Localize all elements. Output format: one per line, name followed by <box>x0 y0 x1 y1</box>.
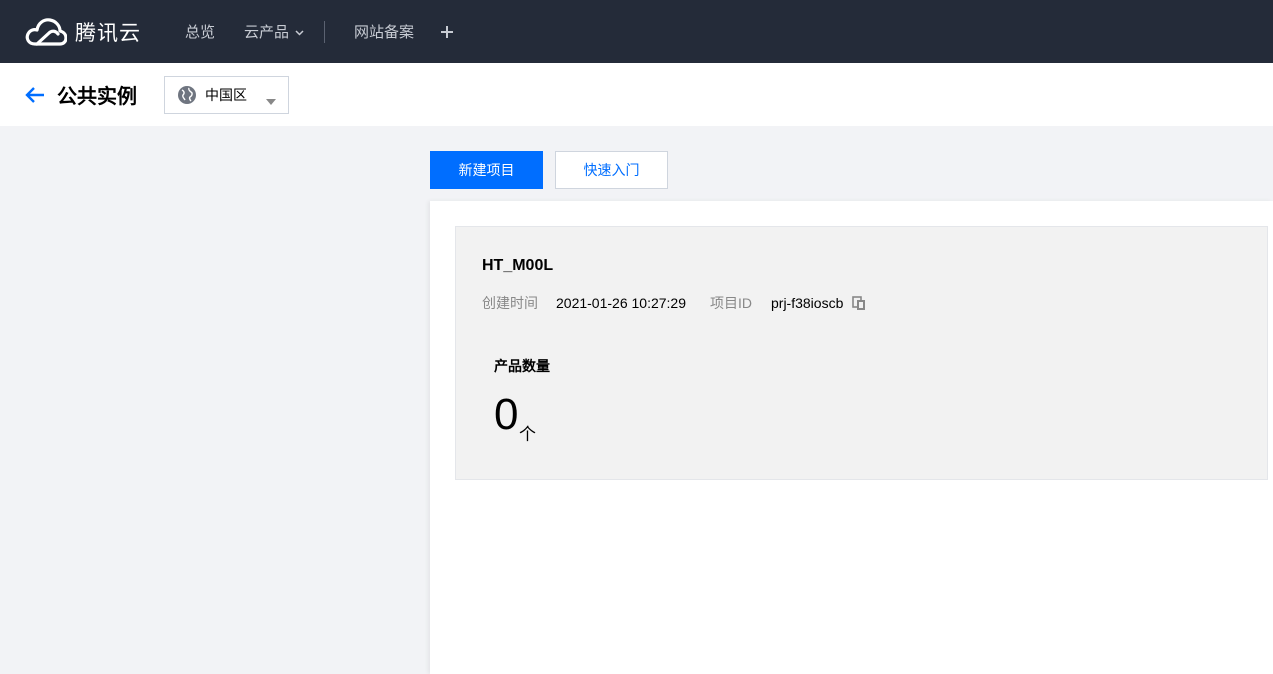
caret-down-icon <box>266 92 276 110</box>
project-card[interactable]: HT_M00L 创建时间 2021-01-26 10:27:29 项目ID pr… <box>455 226 1268 480</box>
chevron-down-icon <box>295 23 304 40</box>
created-time-value: 2021-01-26 10:27:29 <box>556 295 686 311</box>
new-project-button[interactable]: 新建项目 <box>430 151 543 189</box>
nav-divider <box>324 20 326 43</box>
copy-icon[interactable] <box>852 295 866 311</box>
back-arrow-icon[interactable] <box>25 86 45 104</box>
project-id-label: 项目ID <box>710 295 752 311</box>
page-header: 公共实例 中国区 <box>0 63 1273 126</box>
brand[interactable]: 腾讯云 <box>25 16 141 48</box>
page-title: 公共实例 <box>57 86 137 108</box>
plus-icon[interactable] <box>440 25 454 39</box>
product-count-label: 产品数量 <box>494 358 550 374</box>
project-id-value: prj-f38ioscb <box>771 295 844 311</box>
project-panel: HT_M00L 创建时间 2021-01-26 10:27:29 项目ID pr… <box>430 201 1273 674</box>
nav-website-filing[interactable]: 网站备案 <box>354 21 414 42</box>
region-select[interactable]: 中国区 <box>164 75 289 114</box>
top-navbar: 腾讯云 总览 云产品 网站备案 <box>0 0 1273 63</box>
region-label: 中国区 <box>205 86 247 103</box>
globe-icon <box>177 85 197 105</box>
product-count-unit: 个 <box>519 425 536 444</box>
nav-cloud-products-label: 云产品 <box>244 24 290 41</box>
project-name[interactable]: HT_M00L <box>482 257 553 275</box>
nav-cloud-products[interactable]: 云产品 <box>244 21 304 42</box>
product-count-value: 0 <box>494 390 519 439</box>
tencent-cloud-logo <box>25 16 67 48</box>
brand-name: 腾讯云 <box>75 21 141 45</box>
project-meta: 创建时间 2021-01-26 10:27:29 项目ID prj-f38ios… <box>482 293 866 313</box>
quick-start-button[interactable]: 快速入门 <box>555 151 668 189</box>
created-time-label: 创建时间 <box>482 295 538 311</box>
nav-overview[interactable]: 总览 <box>185 21 215 42</box>
